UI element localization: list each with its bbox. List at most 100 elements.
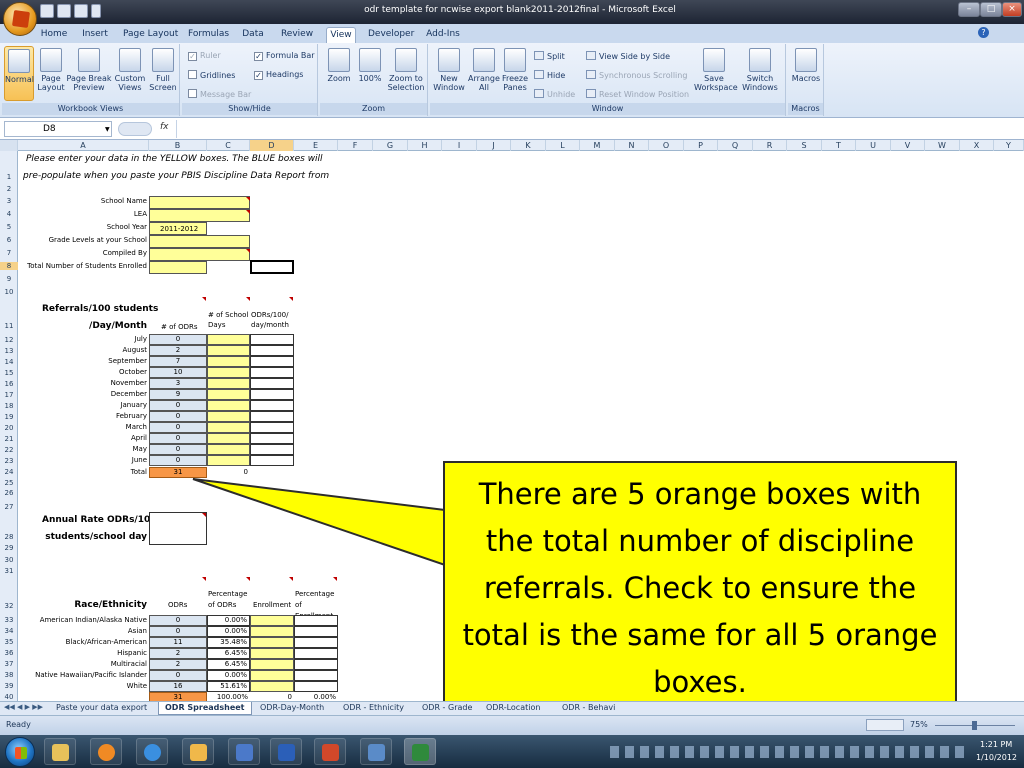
hide-button[interactable]: Hide xyxy=(534,70,565,80)
row-header[interactable]: 10 xyxy=(0,288,18,296)
month-odrs-cell[interactable]: 2 xyxy=(149,345,207,356)
reset-window-position-button[interactable]: Reset Window Position xyxy=(586,89,689,99)
row-header[interactable]: 9 xyxy=(0,275,18,283)
column-header[interactable]: F xyxy=(338,140,373,151)
month-rate-cell[interactable] xyxy=(250,455,294,466)
column-header[interactable]: G xyxy=(373,140,408,151)
column-header[interactable]: E xyxy=(294,140,338,151)
column-header[interactable]: W xyxy=(925,140,960,151)
month-days-input[interactable] xyxy=(207,334,250,345)
row-header[interactable]: 35 xyxy=(0,638,18,646)
month-rate-cell[interactable] xyxy=(250,334,294,345)
column-header[interactable]: J xyxy=(477,140,511,151)
headings-checkbox[interactable]: ✓ Headings xyxy=(254,70,303,80)
row-header[interactable]: 6 xyxy=(0,236,18,244)
row-header[interactable]: 38 xyxy=(0,671,18,679)
race-pct-enrollment-cell[interactable] xyxy=(294,659,338,670)
row-header[interactable]: 36 xyxy=(0,649,18,657)
month-rate-cell[interactable] xyxy=(250,389,294,400)
page-break-preview-button[interactable]: Page Break Preview xyxy=(66,48,112,92)
start-button[interactable] xyxy=(5,737,35,767)
row-header[interactable]: 40 xyxy=(0,693,18,701)
month-days-input[interactable] xyxy=(207,422,250,433)
redo-icon[interactable] xyxy=(74,4,88,18)
row-header[interactable]: 29 xyxy=(0,544,18,552)
column-header[interactable]: P xyxy=(684,140,718,151)
month-days-input[interactable] xyxy=(207,433,250,444)
full-screen-button[interactable]: Full Screen xyxy=(148,48,178,92)
row-header[interactable]: 12 xyxy=(0,336,18,344)
column-header[interactable]: L xyxy=(546,140,580,151)
row-header[interactable]: 25 xyxy=(0,479,18,487)
sheet-tab[interactable]: ODR-Location xyxy=(480,702,546,715)
sheet-tab[interactable]: ODR - Ethnicity xyxy=(337,702,410,715)
month-rate-cell[interactable] xyxy=(250,444,294,455)
column-header[interactable]: V xyxy=(891,140,925,151)
race-pct-enrollment-cell[interactable] xyxy=(294,626,338,637)
undo-icon[interactable] xyxy=(57,4,71,18)
month-days-input[interactable] xyxy=(207,411,250,422)
help-icon[interactable]: ? xyxy=(978,27,989,38)
race-pct-cell[interactable]: 0.00% xyxy=(207,626,250,637)
month-days-input[interactable] xyxy=(207,400,250,411)
tab-insert[interactable]: Insert xyxy=(80,27,110,43)
race-odrs-cell[interactable]: 0 xyxy=(149,615,207,626)
race-enrollment-input[interactable] xyxy=(250,681,294,692)
school-year-input[interactable]: 2011-2012 xyxy=(149,222,207,235)
row-header[interactable]: 1 xyxy=(0,173,18,181)
row-header[interactable]: 16 xyxy=(0,380,18,388)
row-header[interactable]: 32 xyxy=(0,602,18,610)
row-header[interactable]: 5 xyxy=(0,223,18,231)
row-header[interactable]: 30 xyxy=(0,556,18,564)
column-header[interactable]: Q xyxy=(718,140,753,151)
race-enrollment-input[interactable] xyxy=(250,637,294,648)
month-days-input[interactable] xyxy=(207,455,250,466)
sheet-tab[interactable]: ODR - Grade xyxy=(416,702,478,715)
month-rate-cell[interactable] xyxy=(250,433,294,444)
month-odrs-cell[interactable]: 9 xyxy=(149,389,207,400)
race-pct-cell[interactable]: 0.00% xyxy=(207,615,250,626)
month-odrs-cell[interactable]: 7 xyxy=(149,356,207,367)
tab-scroll-arrows-icon[interactable]: ◀◀ ◀ ▶ ▶▶ xyxy=(4,703,43,711)
row-header[interactable]: 4 xyxy=(0,210,18,218)
month-rate-cell[interactable] xyxy=(250,422,294,433)
race-pct-enrollment-cell[interactable] xyxy=(294,648,338,659)
active-cell-d8[interactable] xyxy=(250,260,294,274)
race-pct-cell[interactable]: 35.48% xyxy=(207,637,250,648)
row-header[interactable]: 21 xyxy=(0,435,18,443)
tab-view[interactable]: View xyxy=(326,27,356,43)
system-tray-icons[interactable] xyxy=(610,746,970,758)
column-header[interactable]: S xyxy=(787,140,822,151)
insert-function-icon[interactable]: fx xyxy=(160,122,169,132)
taskbar-powerpoint[interactable] xyxy=(314,738,346,765)
month-odrs-cell[interactable]: 0 xyxy=(149,411,207,422)
row-header[interactable]: 31 xyxy=(0,567,18,575)
formula-input[interactable] xyxy=(180,121,1020,137)
zoom-slider-thumb[interactable] xyxy=(972,721,977,730)
race-pct-cell[interactable]: 51.61% xyxy=(207,681,250,692)
zoom-to-selection-button[interactable]: Zoom to Selection xyxy=(386,48,426,92)
race-pct-cell[interactable]: 0.00% xyxy=(207,670,250,681)
row-header[interactable]: 3 xyxy=(0,197,18,205)
column-header[interactable]: T xyxy=(822,140,856,151)
tab-add-ins[interactable]: Add-Ins xyxy=(426,27,460,43)
row-header[interactable]: 7 xyxy=(0,249,18,257)
row-header[interactable]: 33 xyxy=(0,616,18,624)
race-enrollment-input[interactable] xyxy=(250,648,294,659)
taskbar-excel[interactable] xyxy=(404,738,436,765)
month-rate-cell[interactable] xyxy=(250,345,294,356)
sheet-tab[interactable]: ODR - Behavi xyxy=(556,702,621,715)
taskbar-word[interactable] xyxy=(270,738,302,765)
tab-page-layout[interactable]: Page Layout xyxy=(123,27,178,43)
tab-home[interactable]: Home xyxy=(40,27,68,43)
column-header[interactable]: M xyxy=(580,140,615,151)
zoom-level[interactable]: 75% xyxy=(910,720,928,729)
school-name-input[interactable] xyxy=(149,196,250,209)
gridlines-checkbox[interactable]: Gridlines xyxy=(188,70,235,80)
total-odrs-orange-box[interactable]: 31 xyxy=(149,467,207,478)
row-header[interactable]: 20 xyxy=(0,424,18,432)
switch-windows-button[interactable]: Switch Windows xyxy=(736,48,784,92)
race-enrollment-input[interactable] xyxy=(250,659,294,670)
zoom-100-button[interactable]: 100% xyxy=(356,48,384,83)
name-box-dropdown-icon[interactable]: ▼ xyxy=(105,126,110,133)
